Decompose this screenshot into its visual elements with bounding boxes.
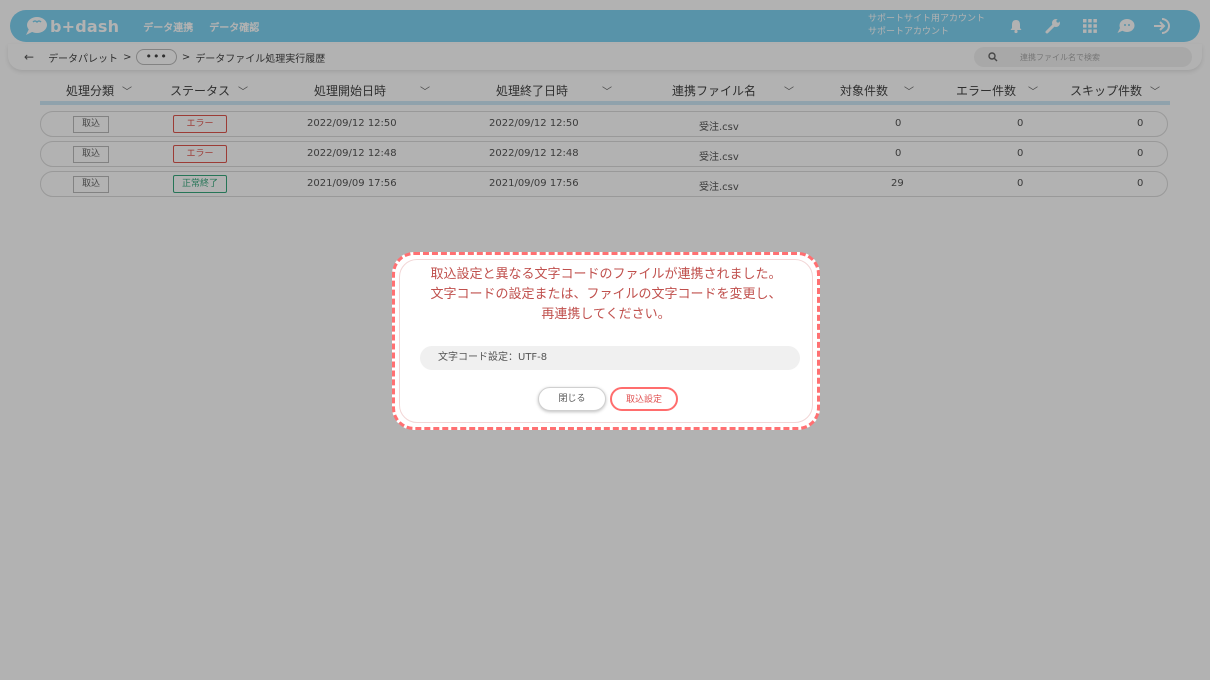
character-code-setting: 文字コード設定：UTF-8 — [420, 346, 800, 370]
encoding-error-dialog: 取込設定と異なる文字コードのファイルが連携されました。 文字コードの設定または、… — [392, 252, 820, 430]
dialog-message-line: 取込設定と異なる文字コードのファイルが連携されました。 — [430, 267, 782, 282]
dialog-message-line: 再連携してください。 — [541, 307, 671, 322]
dialog-inner-frame: 取込設定と異なる文字コードのファイルが連携されました。 文字コードの設定または、… — [399, 259, 813, 423]
dialog-message-line: 文字コードの設定または、ファイルの文字コードを変更し、 — [430, 287, 782, 302]
close-button[interactable]: 閉じる — [538, 387, 606, 411]
dialog-message: 取込設定と異なる文字コードのファイルが連携されました。 文字コードの設定または、… — [400, 265, 812, 325]
import-settings-button[interactable]: 取込設定 — [610, 387, 678, 411]
